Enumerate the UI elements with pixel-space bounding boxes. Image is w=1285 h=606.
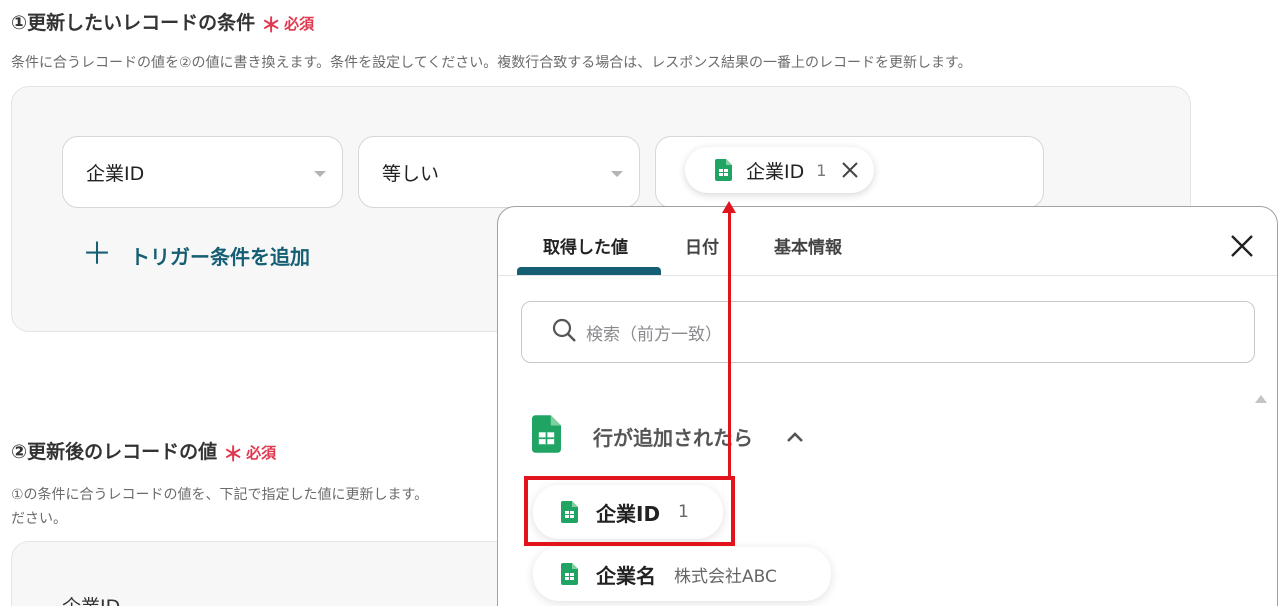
section2-title: ②更新後のレコードの値＊必須 — [11, 437, 276, 467]
section1-description: 条件に合うレコードの値を②の値に書き換えます。条件を設定してください。複数行合致… — [11, 55, 972, 71]
value-picker-popup: 取得した値 日付 基本情報 検索（前方一致） 行が追加されたら 企業ID 1 企… — [497, 206, 1278, 606]
add-trigger-label: トリガー条件を追加 — [130, 244, 310, 269]
search-icon — [552, 318, 576, 346]
scroll-up-arrow[interactable] — [1255, 395, 1267, 403]
caret-down-icon — [611, 171, 623, 177]
item-label: 企業名 — [596, 563, 656, 588]
value-chip[interactable]: 企業ID 1 — [685, 147, 875, 193]
annotation-arrow-head — [722, 201, 736, 213]
chevron-up-icon[interactable] — [786, 428, 804, 447]
tab-divider — [498, 275, 1277, 276]
annotation-highlight-box — [524, 476, 735, 546]
tab-basic-info[interactable]: 基本情報 — [774, 233, 842, 258]
section2-field-label: 企業ID — [62, 592, 120, 606]
annotation-arrow-line — [728, 212, 731, 478]
item-value: 株式会社ABC — [674, 566, 777, 587]
required-text: 必須 — [246, 444, 277, 462]
google-sheets-icon — [532, 415, 561, 457]
section1-title: ①更新したいレコードの条件＊必須 — [11, 8, 314, 38]
operator-select-value: 等しい — [382, 162, 440, 185]
tab-acquired-values[interactable]: 取得した値 — [543, 233, 628, 258]
add-trigger-condition-button[interactable]: ＋ トリガー条件を追加 — [82, 240, 310, 270]
section1-title-text: ①更新したいレコードの条件 — [11, 12, 256, 34]
operator-select[interactable]: 等しい — [358, 136, 640, 208]
search-placeholder: 検索（前方一致） — [586, 324, 722, 345]
field-select[interactable]: 企業ID — [62, 136, 343, 208]
required-badge: ＊必須 — [261, 13, 315, 37]
value-chip-label: 企業ID — [746, 160, 805, 183]
search-input[interactable]: 検索（前方一致） — [521, 301, 1255, 363]
section2-title-text: ②更新後のレコードの値 — [11, 441, 218, 463]
value-chip-number: 1 — [816, 160, 827, 180]
section2-description-line2: ださい。 — [11, 511, 67, 527]
section2-description-line1: ①の条件に合うレコードの値を、下記で指定した値に更新します。 — [11, 487, 429, 503]
close-icon[interactable] — [1229, 233, 1255, 259]
list-item[interactable]: 企業名 株式会社ABC — [533, 547, 831, 601]
active-tab-indicator — [517, 267, 661, 275]
tab-date[interactable]: 日付 — [685, 233, 719, 258]
required-text: 必須 — [284, 15, 315, 33]
required-badge: ＊必須 — [223, 442, 277, 466]
google-sheets-icon — [561, 563, 578, 585]
field-select-value: 企業ID — [86, 162, 145, 185]
caret-down-icon — [314, 171, 326, 177]
plus-icon: ＋ — [82, 237, 112, 272]
close-icon[interactable] — [840, 160, 860, 180]
required-star: ＊ — [261, 13, 282, 37]
required-star: ＊ — [223, 442, 244, 466]
google-sheets-icon — [715, 159, 732, 181]
